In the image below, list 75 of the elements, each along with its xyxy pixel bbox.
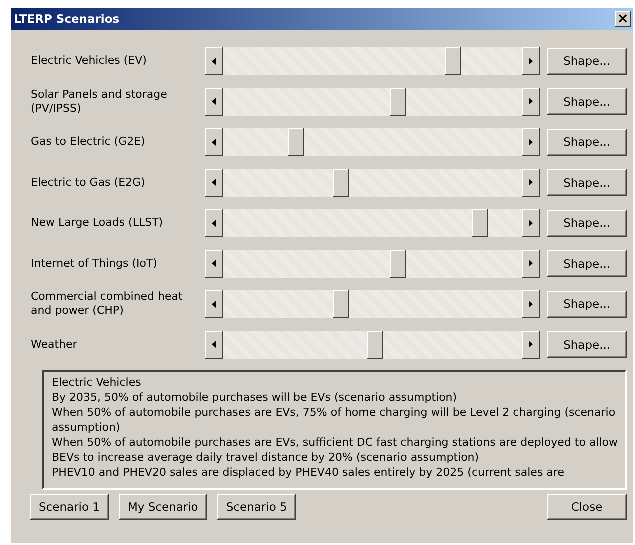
scroll-left-button[interactable] xyxy=(204,290,223,318)
shape-button[interactable]: Shape... xyxy=(547,169,627,196)
scrollbar-thumb[interactable] xyxy=(333,168,350,197)
right-arrow-icon xyxy=(529,98,534,106)
left-arrow-icon xyxy=(212,220,216,227)
shape-button[interactable]: Shape... xyxy=(547,48,627,75)
scroll-right-button[interactable] xyxy=(522,209,540,238)
shape-button[interactable]: Shape... xyxy=(547,250,627,278)
scenario-label: New Large Loads (LLST) xyxy=(31,216,164,230)
left-arrow-icon xyxy=(212,300,216,308)
scroll-right-button[interactable] xyxy=(522,330,540,359)
scrollbar-thumb[interactable] xyxy=(445,47,462,76)
scroll-right-button[interactable] xyxy=(522,168,540,197)
scroll-left-button[interactable] xyxy=(204,209,223,238)
scenario-label: Internet of Things (IoT) xyxy=(31,256,158,271)
scrollbar[interactable] xyxy=(204,128,540,156)
description-text: By 2035, 50% of automobile purchases will be EVs (scenario assumption) xyxy=(52,390,458,405)
scroll-right-button[interactable] xyxy=(522,290,540,318)
scroll-right-button[interactable] xyxy=(522,128,540,156)
scroll-right-button[interactable] xyxy=(522,47,540,76)
window-title: LTERP Scenarios xyxy=(14,12,120,26)
description-text: Electric Vehicles xyxy=(52,375,142,390)
right-arrow-icon xyxy=(529,300,534,308)
scroll-right-button[interactable] xyxy=(522,250,540,278)
shape-button[interactable]: Shape... xyxy=(547,128,627,156)
scenario-button[interactable]: My Scenario xyxy=(118,494,208,520)
description-text: PHEV10 and PHEV20 sales are displaced by PHEV40 sales entirely by 2025 (current sales are xyxy=(52,465,566,480)
left-arrow-icon xyxy=(212,179,216,186)
right-arrow-icon xyxy=(529,341,534,348)
scroll-left-button[interactable] xyxy=(204,168,223,197)
left-arrow-icon xyxy=(212,341,216,348)
scenario-button[interactable]: Scenario 1 xyxy=(30,494,109,520)
scroll-left-button[interactable] xyxy=(204,250,223,278)
scroll-left-button[interactable] xyxy=(204,47,223,76)
left-arrow-icon xyxy=(212,58,216,65)
scenario-label: Electric to Gas (E2G) xyxy=(31,176,146,190)
scenario-label: Solar Panels and storage (PV/IPSS) xyxy=(31,88,168,116)
right-arrow-icon xyxy=(529,179,534,186)
scroll-left-button[interactable] xyxy=(204,330,223,359)
description-text: When 50% of automobile purchases are EVs, 75% of home charging will be Level 2 charging (scenario assumption) xyxy=(52,405,617,435)
scroll-right-button[interactable] xyxy=(522,88,540,116)
right-arrow-icon xyxy=(529,220,534,227)
scrollbar-thumb[interactable] xyxy=(288,128,304,156)
right-arrow-icon xyxy=(529,260,534,268)
description-text: When 50% of automobile purchases are EVs, sufficient DC fast charging stations are deployed to allow BEVs to increase average daily travel distance by 20% (scenario assumption) xyxy=(52,435,619,465)
scrollbar[interactable] xyxy=(204,250,540,278)
scenario-label: Gas to Electric (G2E) xyxy=(31,135,146,150)
scrollbar-thumb[interactable] xyxy=(472,209,488,238)
scrollbar[interactable] xyxy=(204,209,540,238)
scroll-left-button[interactable] xyxy=(204,128,223,156)
scenario-label: Electric Vehicles (EV) xyxy=(31,54,148,68)
shape-button[interactable]: Shape... xyxy=(547,88,627,116)
close-button[interactable]: × xyxy=(615,11,631,27)
shape-button[interactable]: Shape... xyxy=(547,290,627,318)
scrollbar[interactable] xyxy=(204,330,540,359)
scrollbar-thumb[interactable] xyxy=(390,88,406,116)
scenario-label: Weather xyxy=(31,338,78,352)
scrollbar[interactable] xyxy=(204,168,540,197)
scenario-button[interactable]: Scenario 5 xyxy=(217,494,296,520)
left-arrow-icon xyxy=(212,98,216,106)
right-arrow-icon xyxy=(529,58,534,65)
scrollbar[interactable] xyxy=(204,88,540,116)
scrollbar-thumb[interactable] xyxy=(390,250,406,278)
shape-button[interactable]: Shape... xyxy=(547,331,627,358)
left-arrow-icon xyxy=(212,260,216,268)
scrollbar-thumb[interactable] xyxy=(367,330,384,359)
shape-button[interactable]: Shape... xyxy=(547,210,627,237)
close-dialog-button[interactable]: Close xyxy=(547,494,627,520)
scrollbar[interactable] xyxy=(204,47,540,76)
scrollbar-thumb[interactable] xyxy=(333,290,350,318)
scrollbar[interactable] xyxy=(204,290,540,318)
scroll-left-button[interactable] xyxy=(204,88,223,116)
scenario-label: Commercial combined heat and power (CHP) xyxy=(31,290,184,318)
left-arrow-icon xyxy=(212,138,216,146)
right-arrow-icon xyxy=(529,138,534,146)
